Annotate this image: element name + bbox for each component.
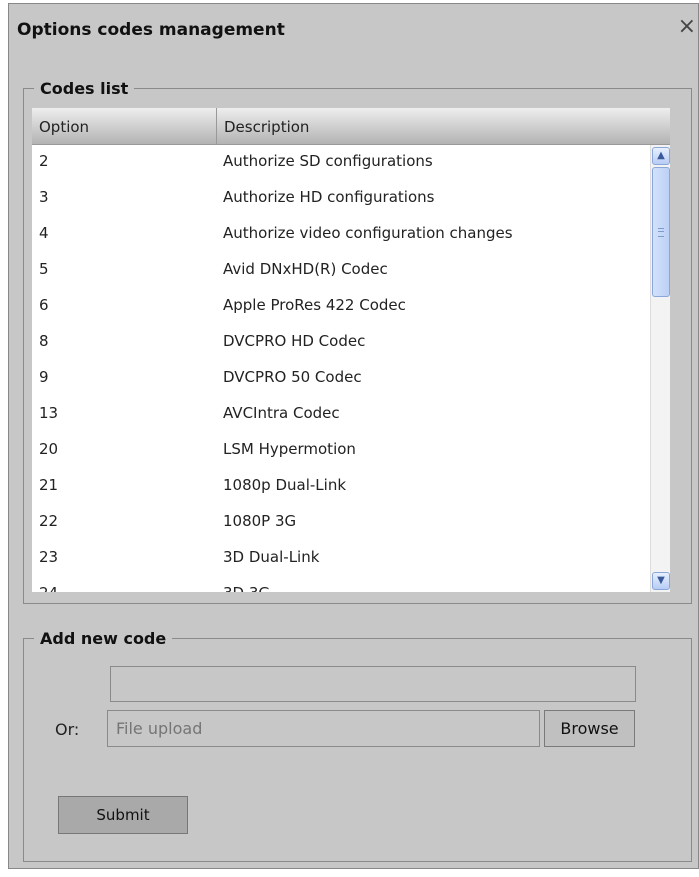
description-cell: Authorize SD configurations <box>223 152 433 170</box>
description-cell: Authorize video configuration changes <box>223 224 513 242</box>
description-cell: AVCIntra Codec <box>223 404 340 422</box>
option-cell: 13 <box>39 404 59 422</box>
table-row[interactable]: 13 AVCIntra Codec <box>32 397 650 433</box>
codes-list-legend: Codes list <box>40 79 129 98</box>
description-cell: DVCPRO 50 Codec <box>223 368 362 386</box>
dialog-titlebar: Options codes management × <box>9 4 698 54</box>
description-cell: 1080p Dual-Link <box>223 476 347 494</box>
browse-button[interactable]: Browse <box>544 710 635 747</box>
chevron-down-icon[interactable]: ▼ <box>652 572 670 590</box>
file-upload-field[interactable] <box>107 710 540 747</box>
description-cell: Authorize HD configurations <box>223 188 435 206</box>
description-cell: Apple ProRes 422 Codec <box>223 296 406 314</box>
description-cell: LSM Hypermotion <box>223 440 356 458</box>
description-cell: 3D Dual-Link <box>223 548 320 566</box>
add-new-code-legend: Add new code <box>40 629 167 648</box>
or-label: Or: <box>55 720 80 739</box>
table-row[interactable]: 4 Authorize video configuration changes <box>32 217 650 253</box>
option-cell: 21 <box>39 476 59 494</box>
option-cell: 8 <box>39 332 49 350</box>
column-header-option[interactable]: Option <box>32 108 217 144</box>
option-cell: 20 <box>39 440 59 458</box>
option-cell: 4 <box>39 224 49 242</box>
table-row[interactable]: 23 3D Dual-Link <box>32 541 650 577</box>
close-icon[interactable]: × <box>678 16 696 38</box>
codes-table: Option Description 2 Authorize SD configu… <box>32 108 670 592</box>
table-row[interactable]: 9 DVCPRO 50 Codec <box>32 361 650 397</box>
scrollbar-thumb[interactable] <box>652 167 670 297</box>
column-header-description[interactable]: Description <box>217 108 670 144</box>
table-row[interactable]: 5 Avid DNxHD(R) Codec <box>32 253 650 289</box>
option-cell: 23 <box>39 548 59 566</box>
chevron-up-icon[interactable]: ▲ <box>652 147 670 165</box>
table-row[interactable]: 6 Apple ProRes 422 Codec <box>32 289 650 325</box>
table-row[interactable]: 3 Authorize HD configurations <box>32 181 650 217</box>
option-cell: 3 <box>39 188 49 206</box>
grip-icon <box>658 228 664 237</box>
table-body: 2 Authorize SD configurations 3 Authorize H… <box>32 145 650 592</box>
option-cell: 22 <box>39 512 59 530</box>
option-code-input[interactable] <box>110 666 636 702</box>
dialog-title: Options codes management <box>17 20 285 40</box>
table-header: Option Description <box>32 108 670 145</box>
option-cell: 6 <box>39 296 49 314</box>
vertical-scrollbar[interactable]: ▲ ▼ <box>650 145 670 592</box>
description-cell: 1080P 3G <box>223 512 297 530</box>
table-row[interactable]: 20 LSM Hypermotion <box>32 433 650 469</box>
description-cell: 3D 3G <box>223 577 270 592</box>
description-cell: Avid DNxHD(R) Codec <box>223 260 388 278</box>
table-row[interactable]: 8 DVCPRO HD Codec <box>32 325 650 361</box>
description-cell: DVCPRO HD Codec <box>223 332 366 350</box>
option-cell: 9 <box>39 368 49 386</box>
option-cell: 5 <box>39 260 49 278</box>
option-cell: 24 <box>39 577 58 592</box>
submit-button[interactable]: Submit <box>58 796 188 834</box>
table-row[interactable]: 24 3D 3G <box>32 577 650 592</box>
table-row[interactable]: 22 1080P 3G <box>32 505 650 541</box>
table-row[interactable]: 2 Authorize SD configurations <box>32 145 650 181</box>
option-cell: 2 <box>39 152 49 170</box>
table-row[interactable]: 21 1080p Dual-Link <box>32 469 650 505</box>
